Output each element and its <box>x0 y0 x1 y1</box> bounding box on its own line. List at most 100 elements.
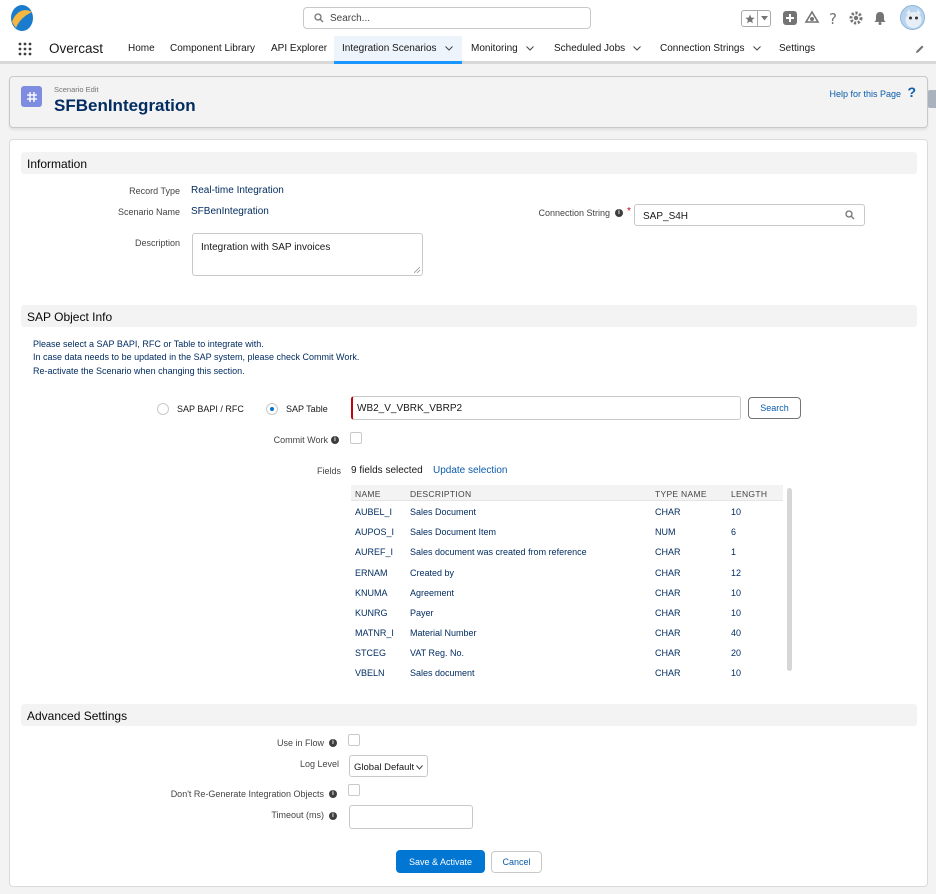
section-title: Advanced Settings <box>27 709 128 723</box>
chevron-down-icon[interactable] <box>525 46 534 51</box>
nav-item-settings[interactable]: Settings <box>779 36 815 61</box>
column-header-length[interactable]: LENGTH <box>731 489 767 499</box>
section-header-advanced-settings[interactable]: Advanced Settings <box>21 704 917 726</box>
section-header-sap-object-info[interactable]: SAP Object Info <box>21 305 917 327</box>
timeout-input[interactable] <box>349 805 473 829</box>
cell-type-name: CHAR <box>655 608 681 618</box>
nav-item-component-library[interactable]: Component Library <box>170 36 255 61</box>
help-for-page-link[interactable]: Help for this Page <box>829 89 901 99</box>
save-activate-button[interactable]: Save & Activate <box>396 850 485 873</box>
column-header-name[interactable]: NAME <box>355 489 381 499</box>
section-header-information[interactable]: Information <box>21 152 917 174</box>
table-row: AUBEL_I Sales Document CHAR 10 <box>351 502 783 522</box>
global-header: Search... ? <box>0 0 936 36</box>
cancel-button[interactable]: Cancel <box>491 851 542 873</box>
sap-object-input[interactable]: WB2_V_VBRK_VBRP2 <box>351 396 741 420</box>
cell-type-name: CHAR <box>655 507 681 517</box>
cell-name: KNUMA <box>355 588 388 598</box>
chevron-down-icon[interactable] <box>416 765 423 770</box>
connection-string-label: Connection String <box>538 208 610 218</box>
cell-description: Payer <box>410 608 434 618</box>
info-icon[interactable]: i <box>329 790 337 798</box>
radio-sap-table-label: SAP Table <box>286 404 328 414</box>
info-icon[interactable]: i <box>329 739 337 747</box>
cell-name: KUNRG <box>355 608 388 618</box>
table-header: NAME DESCRIPTION TYPE NAME LENGTH <box>351 485 783 501</box>
radio-sap-table[interactable] <box>266 403 278 415</box>
nav-item-integration-scenarios[interactable]: Integration Scenarios <box>334 36 462 64</box>
chevron-down-icon[interactable] <box>633 46 642 51</box>
instruction-line: In case data needs to be updated in the … <box>33 352 360 362</box>
cell-length: 10 <box>731 608 742 618</box>
nav-item-api-explorer[interactable]: API Explorer <box>271 36 327 61</box>
info-icon[interactable]: i <box>329 812 337 820</box>
info-icon[interactable]: i <box>331 436 339 444</box>
table-scrollbar[interactable] <box>787 488 792 671</box>
page-title: SFBenIntegration <box>54 96 196 115</box>
favorites-button[interactable] <box>741 10 771 27</box>
resize-handle-icon[interactable] <box>414 267 420 273</box>
dont-regenerate-checkbox[interactable] <box>348 784 360 796</box>
cell-description: Sales Document <box>410 507 477 517</box>
scenario-name-value: SFBenIntegration <box>191 206 269 217</box>
svg-text:?: ? <box>829 10 837 26</box>
gear-icon[interactable] <box>848 10 864 26</box>
column-header-description[interactable]: DESCRIPTION <box>410 489 471 499</box>
connection-string-lookup[interactable]: SAP_S4H <box>634 204 865 226</box>
chevron-down-icon[interactable] <box>752 46 761 51</box>
side-panel-tab[interactable] <box>928 90 936 108</box>
fields-selected-count: 9 fields selected <box>351 465 423 476</box>
info-icon[interactable]: i <box>615 209 623 217</box>
description-textarea[interactable]: Integration with SAP invoices <box>192 233 423 276</box>
trailhead-icon[interactable] <box>804 10 820 26</box>
chevron-down-icon[interactable] <box>444 46 453 51</box>
user-avatar[interactable] <box>900 5 925 30</box>
page-eyebrow: Scenario Edit <box>54 85 99 94</box>
cell-type-name: CHAR <box>655 668 681 678</box>
global-actions-add-icon[interactable] <box>782 10 798 26</box>
cell-type-name: CHAR <box>655 547 681 557</box>
nav-item-home[interactable]: Home <box>128 36 155 61</box>
app-navigation-bar: Overcast Home Component Library API Expl… <box>0 36 936 64</box>
required-asterisk: * <box>627 206 631 217</box>
cell-length: 10 <box>731 507 742 517</box>
table-row: ERNAM Created by CHAR 12 <box>351 563 783 583</box>
cell-length: 10 <box>731 668 742 678</box>
cell-name: MATNR_I <box>355 628 394 638</box>
cell-type-name: NUM <box>655 527 676 537</box>
global-search-input[interactable]: Search... <box>303 7 591 29</box>
chevron-down-icon[interactable] <box>758 11 770 26</box>
cell-length: 1 <box>731 547 737 557</box>
star-icon[interactable] <box>742 11 758 26</box>
nav-item-connection-strings[interactable]: Connection Strings <box>660 36 761 61</box>
search-icon[interactable] <box>845 210 855 220</box>
notifications-bell-icon[interactable] <box>872 10 888 26</box>
cell-name: VBELN <box>355 668 385 678</box>
cell-type-name: CHAR <box>655 648 681 658</box>
log-level-select[interactable]: Global Default <box>349 755 428 777</box>
app-name: Overcast <box>49 41 104 56</box>
nav-item-label: Integration Scenarios <box>342 43 437 54</box>
nav-item-monitoring[interactable]: Monitoring <box>471 36 534 61</box>
nav-item-label: Settings <box>779 43 816 54</box>
nav-item-scheduled-jobs[interactable]: Scheduled Jobs <box>554 36 642 61</box>
cell-name: ERNAM <box>355 568 388 578</box>
app-launcher-waffle-icon[interactable] <box>18 42 32 56</box>
nav-item-label: Component Library <box>170 43 256 54</box>
radio-sap-bapi-rfc[interactable] <box>157 403 169 415</box>
fields-label: Fields <box>316 466 341 476</box>
cell-description: Material Number <box>410 628 477 638</box>
cell-length: 6 <box>731 527 737 537</box>
scenario-name-label: Scenario Name <box>117 207 180 217</box>
instruction-line: Re-activate the Scenario when changing t… <box>33 366 245 376</box>
help-icon[interactable]: ? <box>826 10 842 26</box>
app-logo-icon[interactable] <box>10 4 34 32</box>
edit-nav-pencil-icon[interactable] <box>915 44 925 54</box>
commit-work-checkbox[interactable] <box>350 432 362 444</box>
instruction-line: Please select a SAP BAPI, RFC or Table t… <box>33 339 264 349</box>
use-in-flow-checkbox[interactable] <box>348 734 360 746</box>
search-button[interactable]: Search <box>748 397 801 419</box>
column-header-type-name[interactable]: TYPE NAME <box>655 489 707 499</box>
help-question-icon[interactable]: ? <box>907 84 916 100</box>
update-selection-link[interactable]: Update selection <box>433 465 508 476</box>
